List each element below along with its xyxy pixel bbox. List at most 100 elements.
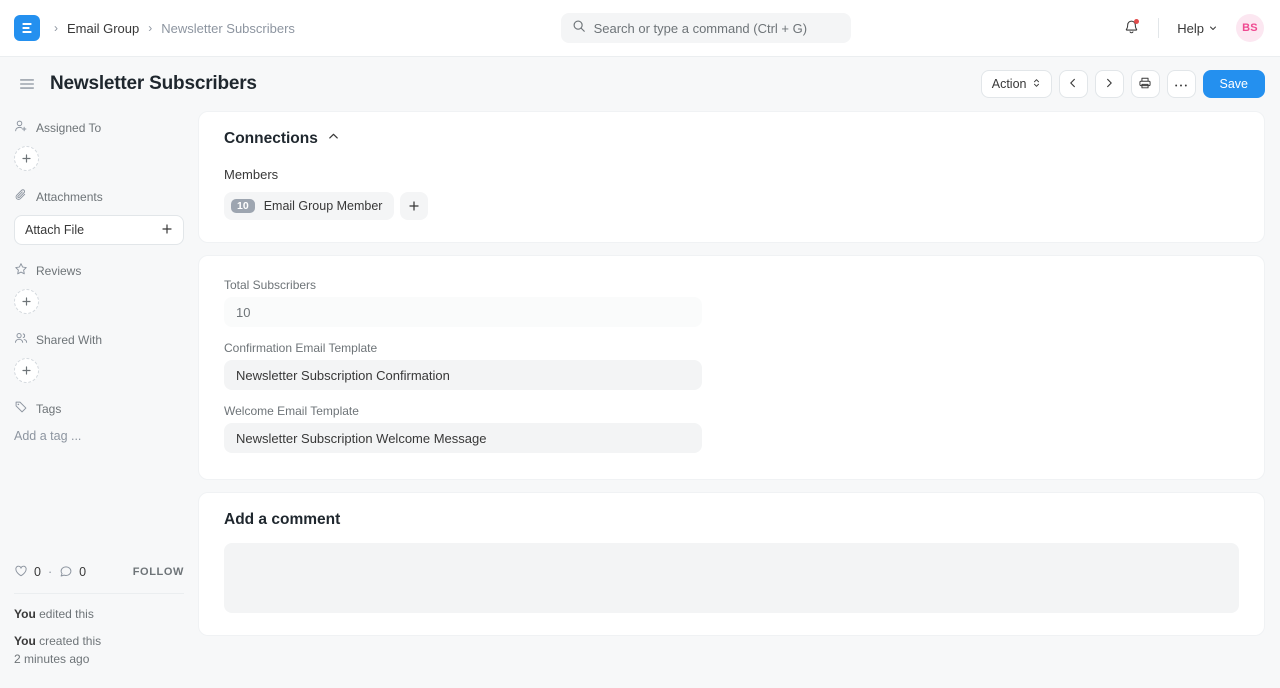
action-button-label: Action xyxy=(992,77,1027,91)
app-root: › Email Group › Newsletter Subscribers xyxy=(0,0,1280,688)
search-box[interactable] xyxy=(561,13,851,43)
reviews-label-row: Reviews xyxy=(14,262,184,279)
search-input[interactable] xyxy=(594,21,840,36)
sidebar-section-shared-with: Shared With xyxy=(14,331,184,383)
field-label: Total Subscribers xyxy=(224,278,1239,292)
attach-file-button[interactable]: Attach File xyxy=(14,215,184,245)
action-button[interactable]: Action xyxy=(981,70,1052,98)
connection-link-label: Email Group Member xyxy=(264,199,383,213)
printer-icon xyxy=(1138,76,1152,93)
navbar-divider xyxy=(1158,18,1159,38)
comment-input[interactable] xyxy=(224,543,1239,613)
sidebar-section-assigned-to: Assigned To xyxy=(14,119,184,171)
connections-card: Connections Members 10 Email Group Membe… xyxy=(198,111,1265,243)
comment-icon[interactable] xyxy=(59,564,73,581)
welcome-email-template-input[interactable] xyxy=(224,423,702,453)
field-label: Confirmation Email Template xyxy=(224,341,1239,355)
help-menu[interactable]: Help xyxy=(1171,16,1224,41)
confirmation-email-template-input[interactable] xyxy=(224,360,702,390)
add-share-button[interactable] xyxy=(14,358,39,383)
navbar: › Email Group › Newsletter Subscribers xyxy=(0,0,1280,57)
shared-with-label-row: Shared With xyxy=(14,331,184,348)
notifications-button[interactable] xyxy=(1116,13,1146,43)
add-review-button[interactable] xyxy=(14,289,39,314)
sidebar-label-assigned-to: Assigned To xyxy=(36,121,101,135)
breadcrumb-separator-icon: › xyxy=(54,22,58,34)
plus-icon xyxy=(161,223,173,238)
previous-document-button[interactable] xyxy=(1059,70,1088,98)
connection-link-email-group-member[interactable]: 10 Email Group Member xyxy=(224,192,394,220)
follow-button[interactable]: FOLLOW xyxy=(133,566,184,578)
reaction-separator: · xyxy=(48,565,52,579)
activity-item-created: You created this 2 minutes ago xyxy=(14,633,184,668)
add-tag-input[interactable]: Add a tag ... xyxy=(14,427,184,445)
paperclip-icon xyxy=(14,188,28,205)
form-main: Connections Members 10 Email Group Membe… xyxy=(198,111,1280,688)
sidebar-footer: 0 · 0 FOLLOW You edited this You created xyxy=(14,564,184,678)
form-sidebar: Assigned To Attachments xyxy=(0,111,198,688)
form-fields-card: Total Subscribers Confirmation Email Tem… xyxy=(198,255,1265,480)
sidebar-section-attachments: Attachments Attach File xyxy=(14,188,184,245)
connections-group-label: Members xyxy=(224,167,1239,182)
heart-icon[interactable] xyxy=(14,564,28,581)
navbar-center xyxy=(295,13,1116,43)
print-button[interactable] xyxy=(1131,70,1160,98)
next-document-button[interactable] xyxy=(1095,70,1124,98)
ellipsis-icon xyxy=(1174,77,1188,91)
assigned-to-label-row: Assigned To xyxy=(14,119,184,136)
frappe-logo-icon[interactable] xyxy=(14,15,40,41)
like-count: 0 xyxy=(34,565,41,579)
activity-actor: You xyxy=(14,634,36,648)
activity-timestamp: 2 minutes ago xyxy=(14,651,184,668)
tag-icon xyxy=(14,400,28,417)
sidebar-label-shared-with: Shared With xyxy=(36,333,102,347)
connections-title: Connections xyxy=(224,130,318,148)
sidebar-section-tags: Tags Add a tag ... xyxy=(14,400,184,445)
avatar[interactable]: BS xyxy=(1236,14,1264,42)
sidebar-section-reviews: Reviews xyxy=(14,262,184,314)
star-icon xyxy=(14,262,28,279)
comment-section-title: Add a comment xyxy=(224,511,1239,529)
chevron-left-icon xyxy=(1067,77,1079,92)
users-icon xyxy=(14,331,28,348)
page-actions: Action xyxy=(981,70,1265,98)
add-connection-button[interactable] xyxy=(400,192,428,220)
activity-text: created this xyxy=(36,634,101,648)
field-confirmation-email-template: Confirmation Email Template xyxy=(224,341,1239,390)
save-button[interactable]: Save xyxy=(1203,70,1266,98)
chevron-right-icon xyxy=(1103,77,1115,92)
breadcrumb-item-email-group[interactable]: Email Group xyxy=(67,21,139,36)
sidebar-label-tags: Tags xyxy=(36,402,61,416)
activity-item-edited: You edited this xyxy=(14,606,184,623)
activity-actor: You xyxy=(14,607,36,621)
field-label: Welcome Email Template xyxy=(224,404,1239,418)
connection-count-badge: 10 xyxy=(231,199,255,214)
field-welcome-email-template: Welcome Email Template xyxy=(224,404,1239,453)
search-icon xyxy=(572,19,586,38)
chevron-down-icon xyxy=(1208,21,1218,36)
reactions-row: 0 · 0 FOLLOW xyxy=(14,564,184,581)
tags-label-row: Tags xyxy=(14,400,184,417)
add-assignment-button[interactable] xyxy=(14,146,39,171)
total-subscribers-input[interactable] xyxy=(224,297,702,327)
field-total-subscribers: Total Subscribers xyxy=(224,278,1239,327)
comment-card: Add a comment xyxy=(198,492,1265,636)
page-header: Newsletter Subscribers Action xyxy=(0,57,1280,111)
navbar-right: Help BS xyxy=(1116,13,1264,43)
breadcrumb-item-current: Newsletter Subscribers xyxy=(161,21,295,36)
activity-text: edited this xyxy=(36,607,94,621)
comment-count: 0 xyxy=(79,565,86,579)
connections-links: 10 Email Group Member xyxy=(224,192,1239,220)
breadcrumb: › Email Group › Newsletter Subscribers xyxy=(54,21,295,36)
page-body: Assigned To Attachments xyxy=(0,111,1280,688)
connections-header[interactable]: Connections xyxy=(224,130,1239,148)
sidebar-label-attachments: Attachments xyxy=(36,190,103,204)
user-plus-icon xyxy=(14,119,28,136)
chevron-up-icon[interactable] xyxy=(327,130,340,148)
more-options-button[interactable] xyxy=(1167,70,1196,98)
attachments-label-row: Attachments xyxy=(14,188,184,205)
chevron-updown-icon xyxy=(1032,77,1041,92)
sidebar-label-reviews: Reviews xyxy=(36,264,81,278)
hamburger-icon[interactable] xyxy=(14,71,40,97)
attach-file-label: Attach File xyxy=(25,223,84,237)
